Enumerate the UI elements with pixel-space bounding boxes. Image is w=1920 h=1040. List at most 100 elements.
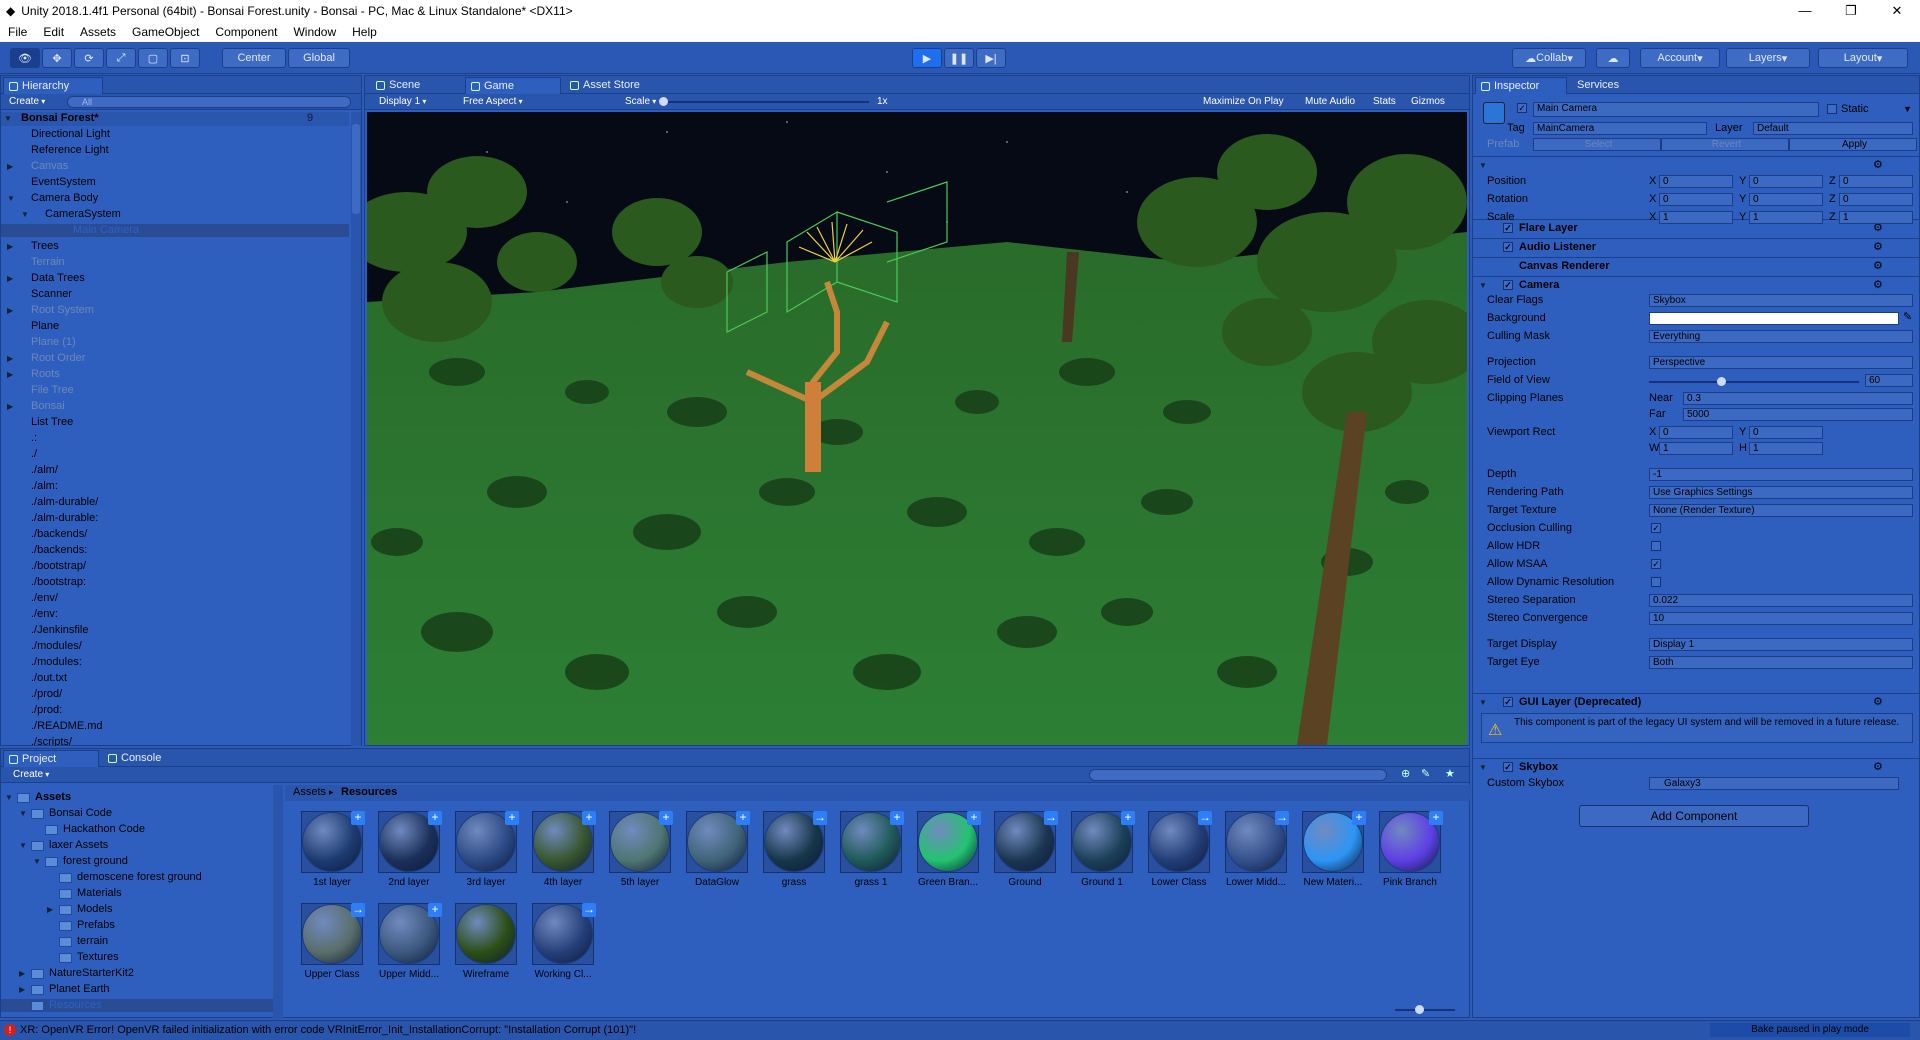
breadcrumb-assets[interactable]: Assets	[293, 786, 326, 799]
rect-tool-icon[interactable]: ▢	[138, 48, 168, 68]
tab-inspector[interactable]: Inspector	[1475, 77, 1567, 94]
hierarchy-row[interactable]: List Tree	[1, 416, 349, 429]
asset-tile[interactable]: +4th layer	[528, 811, 598, 901]
hierarchy-row[interactable]: ./prod/	[1, 688, 349, 701]
audio-listener-header[interactable]: ✓ Audio Listener ⚙	[1473, 238, 1920, 255]
hierarchy-row[interactable]: ./alm-durable/	[1, 496, 349, 509]
hierarchy-row[interactable]: ./env/	[1, 592, 349, 605]
hierarchy-row[interactable]: ./modules/	[1, 640, 349, 653]
hierarchy-scrollbar[interactable]	[351, 112, 361, 746]
hierarchy-row[interactable]: ./	[1, 448, 349, 461]
project-folder-row[interactable]: ▼ Assets	[1, 791, 273, 804]
chevron-down-icon[interactable]: ▼	[21, 208, 29, 221]
hierarchy-row[interactable]: ▶ Data Trees	[1, 272, 349, 285]
camera-target_eye-dropdown[interactable]: Both	[1649, 656, 1913, 669]
hierarchy-row[interactable]: Terrain	[1, 256, 349, 269]
pause-icon[interactable]: ❚❚	[944, 48, 974, 68]
display-dropdown[interactable]: Display 1	[375, 95, 451, 109]
component-settings-icon[interactable]: ⚙	[1873, 277, 1883, 294]
gui-checkbox[interactable]: ✓	[1503, 697, 1513, 707]
transform-position-x-field[interactable]: 0	[1659, 175, 1733, 188]
asset-tile[interactable]: → Ground	[990, 811, 1060, 901]
transform-rotation-z-field[interactable]: 0	[1839, 193, 1913, 206]
tab-console[interactable]: Console	[103, 750, 183, 767]
hierarchy-create-dropdown[interactable]: Create	[5, 95, 49, 109]
hierarchy-row[interactable]: Scanner	[1, 288, 349, 301]
asset-size-slider[interactable]	[1395, 1005, 1455, 1014]
project-folder-row[interactable]: ▶ NatureStarterKit2	[1, 967, 273, 980]
hierarchy-row[interactable]: ./modules:	[1, 656, 349, 669]
hierarchy-row[interactable]: EventSystem	[1, 176, 349, 189]
camera-occlusion-checkbox[interactable]: ✓	[1651, 523, 1661, 533]
hierarchy-row[interactable]: ▶ Trees	[1, 240, 349, 253]
minimize-button[interactable]: —	[1782, 0, 1828, 22]
asset-tile[interactable]: +3rd layer	[451, 811, 521, 901]
tag-dropdown[interactable]: MainCamera	[1533, 122, 1707, 135]
project-create-dropdown[interactable]: Create	[9, 768, 53, 782]
close-button[interactable]: ✕	[1874, 0, 1920, 22]
transform-position-y-field[interactable]: 0	[1749, 175, 1823, 188]
account-dropdown[interactable]: Account ▾	[1640, 48, 1720, 68]
project-folder-row[interactable]: ▶ Models	[1, 903, 273, 916]
aspect-dropdown[interactable]: Free Aspect	[459, 95, 609, 109]
camera-msaa-checkbox[interactable]: ✓	[1651, 559, 1661, 569]
scale-tool-icon[interactable]: ⤢	[106, 48, 136, 68]
hierarchy-row[interactable]: ▶ Canvas	[1, 160, 349, 173]
project-folder-row[interactable]: ▼ forest ground	[1, 855, 273, 868]
asset-tile[interactable]: → grass	[759, 811, 829, 901]
viewport-vy-field[interactable]: 0	[1749, 426, 1823, 439]
breadcrumb-resources[interactable]: Resources	[341, 786, 397, 799]
asset-tile[interactable]: +1st layer	[297, 811, 367, 901]
camera-stereo_sep-field[interactable]: 0.022	[1649, 594, 1913, 607]
layers-dropdown[interactable]: Layers ▾	[1726, 48, 1810, 68]
hierarchy-row[interactable]: ▶ Bonsai	[1, 400, 349, 413]
hierarchy-row[interactable]: ./backends:	[1, 544, 349, 557]
viewport-vh-field[interactable]: 1	[1749, 442, 1823, 455]
skybox-header[interactable]: ▼ ✓ Skybox ⚙	[1473, 758, 1920, 775]
camera-clear_flags-dropdown[interactable]: Skybox	[1649, 294, 1913, 307]
prefab-apply-button[interactable]: Apply	[1789, 138, 1917, 151]
scale-slider[interactable]	[659, 97, 869, 106]
chevron-down-icon[interactable]: ▼	[5, 791, 13, 804]
chevron-right-icon[interactable]: ▶	[7, 304, 13, 317]
move-tool-icon[interactable]: ✥	[42, 48, 72, 68]
viewport-vx-field[interactable]: 0	[1659, 426, 1733, 439]
prefab-select-button[interactable]: Select	[1533, 138, 1661, 151]
pivot-global-button[interactable]: Global	[288, 48, 350, 68]
hierarchy-row[interactable]: ./bootstrap:	[1, 576, 349, 589]
flare-checkbox[interactable]: ✓	[1503, 223, 1513, 233]
viewport-vw-field[interactable]: 1	[1659, 442, 1733, 455]
hierarchy-row[interactable]: ▶ Roots	[1, 368, 349, 381]
tab-project[interactable]: Project	[3, 750, 99, 767]
fov-slider[interactable]	[1649, 377, 1859, 386]
asset-tile[interactable]: + grass 1	[836, 811, 906, 901]
hierarchy-row[interactable]: Plane (1)	[1, 336, 349, 349]
active-checkbox[interactable]: ✓	[1517, 103, 1527, 113]
transform-rotation-y-field[interactable]: 0	[1749, 193, 1823, 206]
fov-field[interactable]: 60	[1865, 374, 1913, 387]
hierarchy-row[interactable]: Plane	[1, 320, 349, 333]
hierarchy-row[interactable]: ▼ Camera Body	[1, 192, 349, 205]
hierarchy-row[interactable]: ./alm-durable:	[1, 512, 349, 525]
scene-header[interactable]: ▼ Bonsai Forest* 9	[1, 112, 349, 126]
menu-file[interactable]: File	[0, 25, 35, 39]
chevron-down-icon[interactable]: ▼	[33, 855, 41, 868]
menu-component[interactable]: Component	[207, 25, 285, 39]
asset-tile[interactable]: → Working Cl...	[528, 903, 598, 993]
hierarchy-row[interactable]: ./alm:	[1, 480, 349, 493]
asset-tile[interactable]: + New Materi...	[1298, 811, 1368, 901]
hierarchy-row[interactable]: ./out.txt	[1, 672, 349, 685]
mute-audio-toggle[interactable]: Mute Audio	[1305, 95, 1355, 108]
asset-tile[interactable]: → Lower Midd...	[1221, 811, 1291, 901]
cloud-icon[interactable]: ☁	[1596, 48, 1630, 68]
component-settings-icon[interactable]: ⚙	[1873, 694, 1883, 711]
play-icon[interactable]: ▶	[912, 48, 942, 68]
hierarchy-row[interactable]: ▼ CameraSystem	[1, 208, 349, 221]
layer-dropdown[interactable]: Default	[1753, 122, 1913, 135]
menu-help[interactable]: Help	[344, 25, 385, 39]
menu-gameobject[interactable]: GameObject	[124, 25, 207, 39]
hierarchy-row[interactable]: ./env:	[1, 608, 349, 621]
tab-asset-store[interactable]: Asset Store	[565, 77, 675, 94]
transform-tool-icon[interactable]: ⊡	[170, 48, 200, 68]
project-folder-row[interactable]: demoscene forest ground	[1, 871, 273, 884]
